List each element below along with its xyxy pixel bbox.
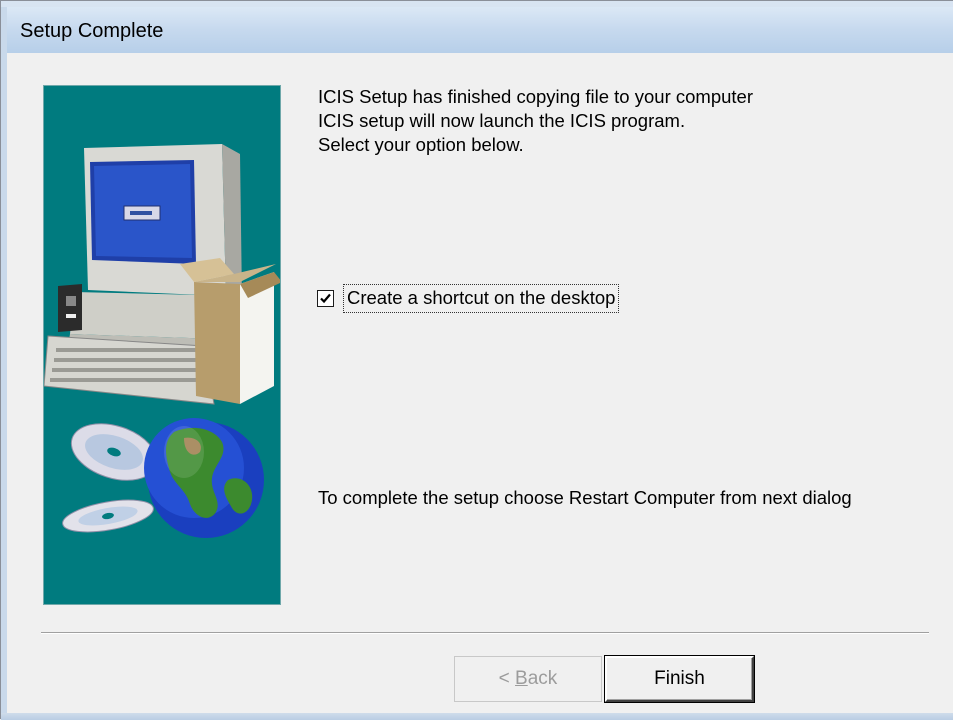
back-button-rest: ack xyxy=(527,668,558,689)
finish-button[interactable]: Finish xyxy=(605,656,754,702)
dialog-separator xyxy=(41,632,929,634)
shortcut-option[interactable]: Create a shortcut on the desktop xyxy=(317,283,620,313)
title-bar[interactable]: Setup Complete xyxy=(7,7,953,54)
setup-illustration-graphic xyxy=(44,144,280,538)
shortcut-checkbox[interactable] xyxy=(317,289,334,307)
completion-message: ICIS Setup has finished copying file to … xyxy=(318,85,918,157)
setup-complete-dialog: Setup Complete ICIS Setup has finished c… xyxy=(0,0,953,720)
restart-message: To complete the setup choose Restart Com… xyxy=(318,487,852,508)
globe-icon xyxy=(144,418,264,538)
back-button[interactable]: < Back xyxy=(454,656,602,702)
back-button-prefix: < xyxy=(498,668,516,689)
setup-illustration xyxy=(43,85,281,605)
back-button-accelerator: B xyxy=(515,668,528,689)
message-line-3: Select your option below. xyxy=(318,134,524,155)
shortcut-checkbox-label[interactable]: Create a shortcut on the desktop xyxy=(343,283,620,313)
message-line-2: ICIS setup will now launch the ICIS prog… xyxy=(318,110,686,131)
checkmark-icon xyxy=(320,293,331,303)
window-title: Setup Complete xyxy=(20,20,164,42)
message-line-1: ICIS Setup has finished copying file to … xyxy=(318,86,753,107)
